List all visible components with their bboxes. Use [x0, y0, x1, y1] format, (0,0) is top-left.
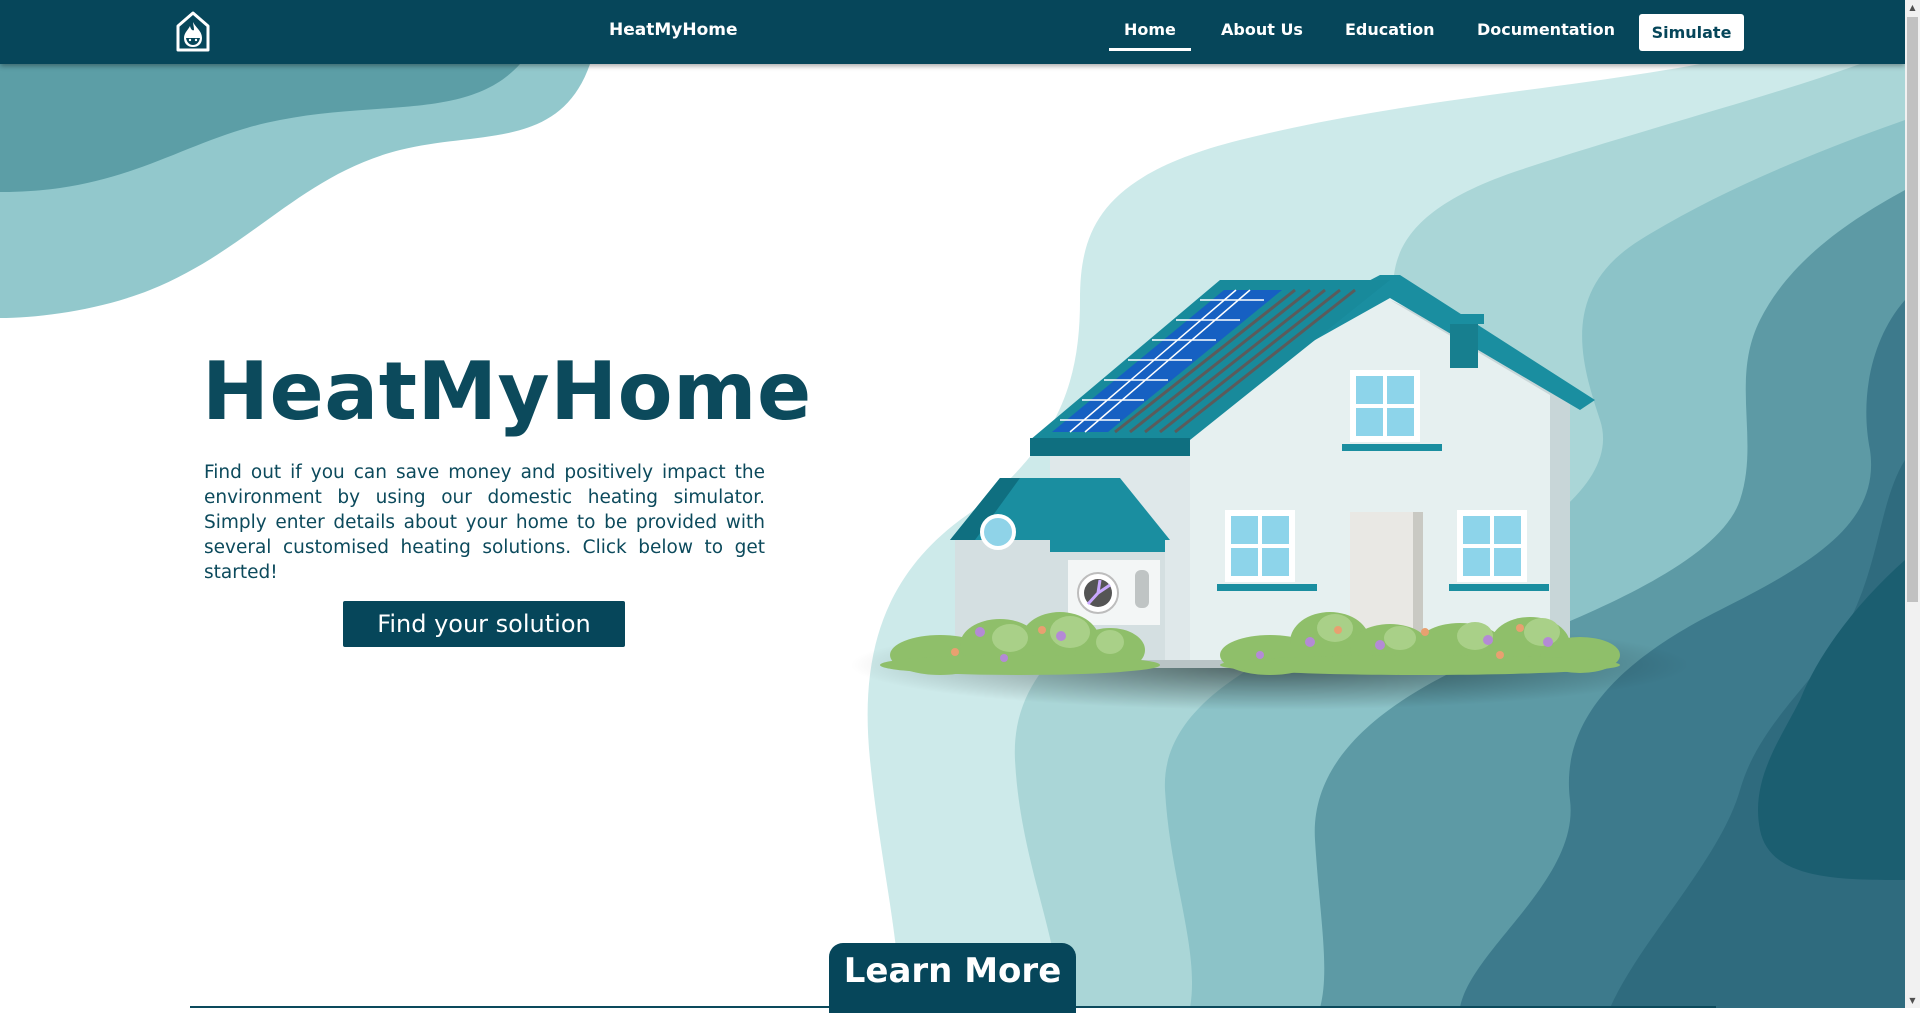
- nav-link-documentation[interactable]: Documentation: [1477, 20, 1615, 39]
- learn-more-button[interactable]: Learn More: [829, 943, 1076, 1013]
- nav-link-education[interactable]: Education: [1345, 20, 1435, 39]
- top-navbar: HeatMyHome Home About Us Education Docum…: [0, 0, 1905, 64]
- house-with-solar-panels-illustration: [850, 275, 1690, 710]
- find-your-solution-button[interactable]: Find your solution: [343, 601, 625, 647]
- scrollbar-thumb[interactable]: [1907, 17, 1918, 602]
- brand-name[interactable]: HeatMyHome: [609, 20, 738, 40]
- scroll-down-arrow-icon[interactable]: ▼: [1905, 993, 1920, 1008]
- simulate-button[interactable]: Simulate: [1639, 14, 1744, 51]
- page-scrollbar[interactable]: ▲ ▼: [1905, 0, 1920, 1008]
- scroll-up-arrow-icon[interactable]: ▲: [1905, 0, 1920, 15]
- nav-link-about-us[interactable]: About Us: [1221, 20, 1303, 39]
- house-flame-icon[interactable]: [172, 10, 214, 54]
- hero-description: Find out if you can save money and posit…: [204, 462, 765, 583]
- nav-link-home[interactable]: Home: [1109, 20, 1191, 51]
- hero-title: HeatMyHome: [202, 345, 812, 438]
